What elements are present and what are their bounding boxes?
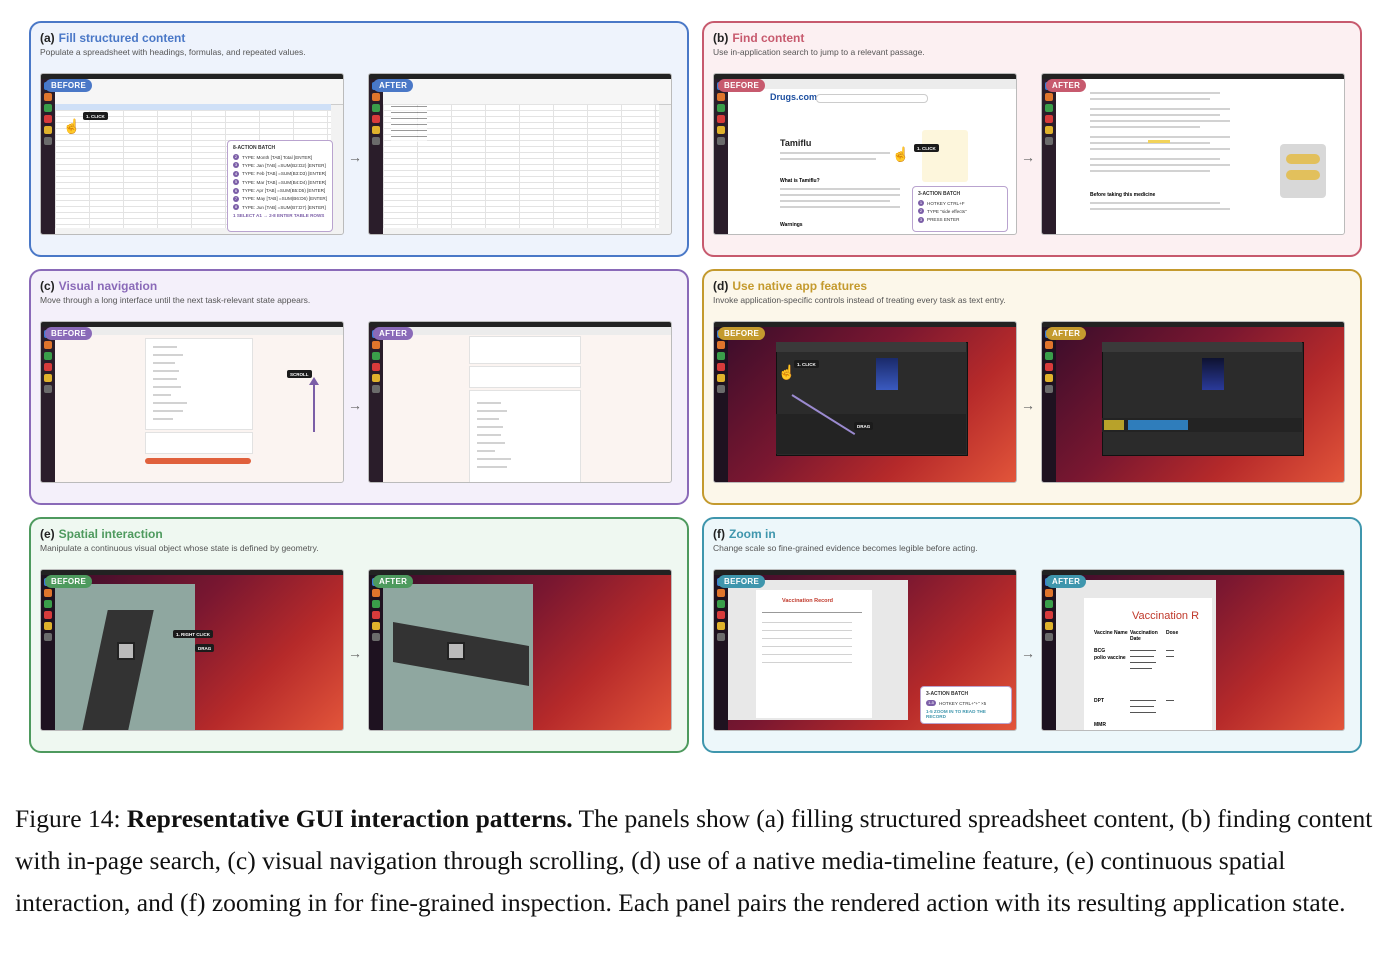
screenshot-before: Drugs.com Tamiflu What is Tamiflu? Warni…	[713, 73, 1017, 235]
record-title: Vaccination Record	[782, 598, 834, 604]
panel-title: (f) Zoom in	[713, 527, 776, 541]
panel-b: (b) Find content Use in-application searc…	[702, 21, 1362, 257]
panel-subtitle: Populate a spreadsheet with headings, fo…	[40, 47, 306, 57]
figure-caption: Figure 14: Representative GUI interactio…	[15, 798, 1385, 924]
arrow-icon: →	[1021, 397, 1035, 413]
action-batch: 8-ACTION BATCH 2 TYPE: Month [TAB] Total …	[227, 140, 333, 232]
click-label: 1. CLICK	[83, 112, 108, 120]
before-badge: BEFORE	[718, 79, 766, 92]
screenshot-before: 1. CLICK ☝ DRAG BEFORE	[713, 321, 1017, 483]
panel-e: (e) Spatial interaction Manipulate a cont…	[29, 517, 689, 753]
panel-subtitle: Change scale so fine-grained evidence be…	[713, 543, 978, 553]
after-badge: AFTER	[373, 327, 414, 340]
screenshot-before: SCROLL BEFORE	[40, 321, 344, 483]
section-heading: What is Tamiflu?	[780, 178, 820, 184]
screenshot-before: 1. RIGHT CLICK DRAG BEFORE	[40, 569, 344, 731]
panel-subtitle: Move through a long interface until the …	[40, 295, 311, 305]
vaccine-row: DPT	[1094, 698, 1104, 704]
screenshot-before: BEFORE 1. CLICK ☝ 8-ACTION BATCH 2 TYPE: …	[40, 73, 344, 235]
panel-c: (c) Visual navigation Move through a long…	[29, 269, 689, 505]
col-header-dose: Dose	[1166, 630, 1179, 636]
section-heading: Before taking this medicine	[1090, 192, 1156, 198]
col-header-vaccine: Vaccine Name	[1094, 630, 1128, 636]
action-batch: 3-ACTION BATCH 1 HOTKEY CTRL+F 2 TYPE "sid…	[912, 186, 1008, 232]
drag-label: DRAG	[195, 644, 215, 652]
panel-a: (a) Fill structured content Populate a sp…	[29, 21, 689, 257]
vaccine-row: MMR	[1094, 722, 1106, 728]
before-badge: BEFORE	[45, 79, 93, 92]
after-badge: AFTER	[1046, 327, 1087, 340]
screenshot-before: Vaccination Record 3-ACTION BATCH 1-5 HOT…	[713, 569, 1017, 731]
screenshot-after: AFTER	[1041, 321, 1345, 483]
before-badge: BEFORE	[718, 327, 766, 340]
before-badge: BEFORE	[45, 327, 93, 340]
arrow-icon: →	[348, 149, 362, 165]
before-badge: BEFORE	[718, 575, 766, 588]
caption-bold: Representative GUI interaction patterns.	[126, 804, 573, 833]
panel-subtitle: Invoke application-specific controls ins…	[713, 295, 1006, 305]
after-badge: AFTER	[373, 79, 414, 92]
screenshot-after: AFTER	[368, 569, 672, 731]
caption-label: Figure 14:	[15, 804, 127, 833]
vaccine-row: BCG	[1094, 648, 1106, 654]
hand-cursor-icon: ☝	[892, 146, 910, 162]
action-batch: 3-ACTION BATCH 1-5 HOTKEY CTRL+"+" ×5 1-5…	[920, 686, 1012, 724]
hand-cursor-icon: ☝	[63, 118, 81, 134]
scroll-arrow-icon	[313, 380, 315, 432]
after-badge: AFTER	[1046, 575, 1087, 588]
scroll-label: SCROLL	[287, 370, 312, 378]
screenshot-after: Before taking this medicine AFTER	[1041, 73, 1345, 235]
vaccine-row: polio vaccine	[1094, 655, 1126, 661]
screenshot-after: AFTER	[368, 73, 672, 235]
arrow-icon: →	[348, 645, 362, 661]
arrow-up-icon	[309, 377, 319, 385]
panel-title: (b) Find content	[713, 31, 805, 45]
arrow-icon: →	[1021, 645, 1035, 661]
panel-subtitle: Manipulate a continuous visual object wh…	[40, 543, 319, 553]
before-badge: BEFORE	[45, 575, 93, 588]
after-badge: AFTER	[373, 575, 414, 588]
right-click-label: 1. RIGHT CLICK	[173, 630, 214, 638]
arrow-icon: →	[348, 397, 362, 413]
click-label: 1. CLICK	[794, 360, 819, 368]
panel-title: (e) Spatial interaction	[40, 527, 163, 541]
hand-cursor-icon: ☝	[778, 364, 796, 380]
panel-title: (c) Visual navigation	[40, 279, 158, 293]
panel-f: (f) Zoom in Change scale so fine-grained …	[702, 517, 1362, 753]
panel-subtitle: Use in-application search to jump to a r…	[713, 47, 925, 57]
drag-label: DRAG	[854, 422, 874, 430]
screenshot-after: Vaccination R Vaccine Name Vaccination D…	[1041, 569, 1345, 731]
col-header-date: Vaccination Date	[1130, 630, 1158, 642]
screenshot-after: AFTER	[368, 321, 672, 483]
panel-d: (d) Use native app features Invoke applic…	[702, 269, 1362, 505]
panel-title: (a) Fill structured content	[40, 31, 186, 45]
arrow-icon: →	[1021, 149, 1035, 165]
click-label: 1. CLICK	[914, 144, 939, 152]
record-title: Vaccination R	[1132, 610, 1200, 622]
site-logo: Drugs.com	[770, 92, 818, 102]
warnings-heading: Warnings	[780, 222, 803, 228]
after-badge: AFTER	[1046, 79, 1087, 92]
panel-title: (d) Use native app features	[713, 279, 868, 293]
drug-title: Tamiflu	[780, 138, 812, 148]
